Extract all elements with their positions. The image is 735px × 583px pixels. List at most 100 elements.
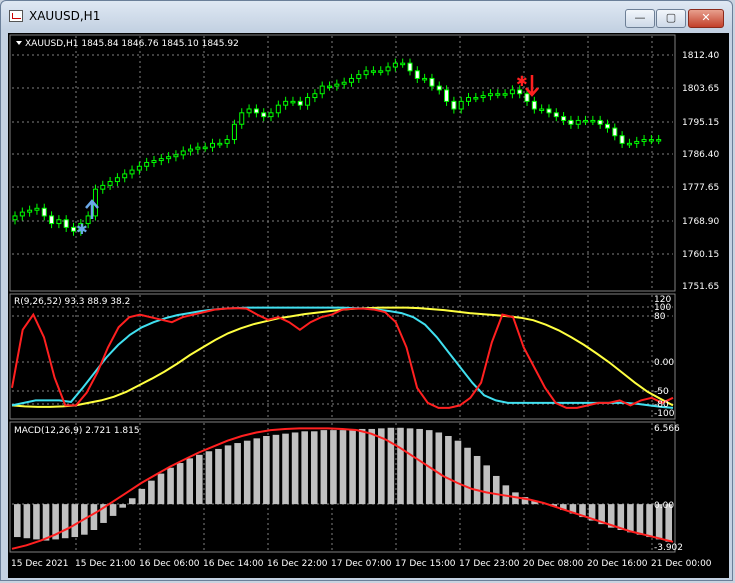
- chart-window: XAUUSD,H1 — ▢ ✕ ✱ ✱ XAUUSD,H1 1845.84 18…: [0, 0, 733, 581]
- candle-body: [356, 74, 362, 79]
- candle-body: [509, 89, 515, 95]
- candle-body: [531, 100, 537, 110]
- macd-bar: [71, 504, 79, 538]
- macd-bar: [349, 428, 356, 505]
- candle-body: [466, 97, 472, 102]
- title-bar[interactable]: XAUUSD,H1 — ▢ ✕: [1, 1, 732, 31]
- osc-cyan-line: [11, 306, 674, 409]
- candle-body: [612, 127, 618, 137]
- buy-star-icon: ✱: [76, 222, 88, 238]
- candle-body: [312, 93, 318, 99]
- candle-body: [641, 139, 647, 142]
- osc-tick: -50: [654, 387, 669, 397]
- candle-body: [341, 81, 347, 85]
- candle-body: [648, 139, 654, 142]
- candle-body: [239, 112, 245, 125]
- time-tick: 21 Dec 00:00: [651, 559, 712, 569]
- chart-area[interactable]: ✱ ✱ XAUUSD,H1 1845.84 1846.76 1845.10 18…: [8, 33, 729, 578]
- macd-bar: [205, 451, 213, 505]
- macd-bar: [33, 504, 40, 540]
- candle-body: [122, 173, 128, 179]
- time-tick: 20 Dec 08:00: [523, 559, 584, 569]
- candle-body: [546, 108, 552, 114]
- candle-body: [166, 156, 172, 160]
- oscillator-lines: [11, 306, 674, 409]
- candle-body: [568, 119, 574, 125]
- candle-body: [480, 95, 486, 99]
- macd-bar: [301, 431, 308, 505]
- candle-body: [268, 112, 274, 118]
- minimize-button[interactable]: —: [625, 9, 655, 28]
- candle-body: [71, 226, 77, 232]
- time-tick: 16 Dec 14:00: [203, 559, 264, 569]
- time-tick: 15 Dec 21:00: [75, 559, 136, 569]
- candle-body: [195, 146, 201, 150]
- candle-body: [524, 93, 530, 102]
- macd-bar: [61, 504, 69, 539]
- candle-body: [253, 108, 259, 114]
- macd-bar: [617, 504, 625, 531]
- macd-bar: [368, 428, 376, 505]
- price-tick: 1795.15: [682, 118, 719, 128]
- candle-body: [502, 93, 508, 96]
- price-tick: 1803.65: [682, 84, 719, 94]
- window-title: XAUUSD,H1: [29, 9, 101, 23]
- macd-bar: [310, 431, 318, 505]
- macd-bar: [330, 430, 337, 505]
- time-tick: 17 Dec 07:00: [331, 559, 392, 569]
- candle-body: [561, 116, 567, 121]
- candle-body: [107, 181, 113, 186]
- candle-body: [553, 112, 559, 118]
- candle-body: [444, 89, 450, 102]
- maximize-button[interactable]: ▢: [656, 9, 686, 28]
- time-tick: 16 Dec 22:00: [267, 559, 328, 569]
- candle-body: [209, 142, 215, 148]
- macd-bar: [406, 428, 414, 505]
- candle-body: [626, 142, 632, 146]
- close-button[interactable]: ✕: [688, 9, 724, 28]
- macd-bar: [42, 504, 50, 541]
- candle-body: [49, 215, 55, 225]
- price-tick: 1777.65: [682, 183, 719, 193]
- macd-bar: [627, 504, 634, 533]
- macd-bar: [148, 480, 155, 505]
- candle-body: [297, 100, 303, 106]
- candle-body: [539, 108, 545, 111]
- macd-bar: [435, 432, 443, 505]
- arrow-down-icon: [525, 75, 539, 97]
- candle-body: [619, 135, 625, 144]
- time-tick: 20 Dec 16:00: [587, 559, 648, 569]
- candle-body: [458, 100, 464, 110]
- osc-yellow-line: [11, 306, 674, 408]
- candle-body: [378, 70, 384, 73]
- macd-tick: 6.566: [654, 424, 680, 434]
- macd-bar: [636, 504, 644, 535]
- price-candles: [12, 58, 662, 236]
- candle-body: [144, 161, 150, 167]
- candle-body: [217, 142, 223, 146]
- macd-bar: [646, 504, 653, 538]
- chart-svg[interactable]: ✱ ✱ XAUUSD,H1 1845.84 1846.76 1845.10 18…: [8, 33, 729, 578]
- candle-body: [290, 100, 296, 104]
- time-tick: 15 Dec 2021: [11, 559, 69, 569]
- candle-body: [319, 85, 325, 95]
- main-panel-header: XAUUSD,H1 1845.84 1846.76 1845.10 1845.9…: [25, 39, 239, 49]
- candle-body: [363, 70, 369, 76]
- macd-tick: -3.902: [654, 543, 683, 553]
- macd-bar: [253, 438, 261, 505]
- collapse-triangle-icon[interactable]: [16, 41, 22, 45]
- candle-body: [180, 150, 186, 156]
- price-tick: 1760.15: [682, 250, 719, 260]
- candle-body: [392, 62, 398, 68]
- macd-bar: [272, 434, 280, 505]
- candle-body: [597, 119, 603, 125]
- osc-tick: 80: [654, 312, 666, 322]
- macd-bar: [282, 433, 289, 505]
- candle-body: [283, 100, 289, 106]
- candle-body: [275, 104, 281, 114]
- macd-bar: [320, 430, 328, 505]
- macd-bar: [167, 467, 174, 505]
- macd-bar: [291, 432, 299, 505]
- candle-body: [188, 148, 194, 152]
- candle-body: [41, 207, 47, 217]
